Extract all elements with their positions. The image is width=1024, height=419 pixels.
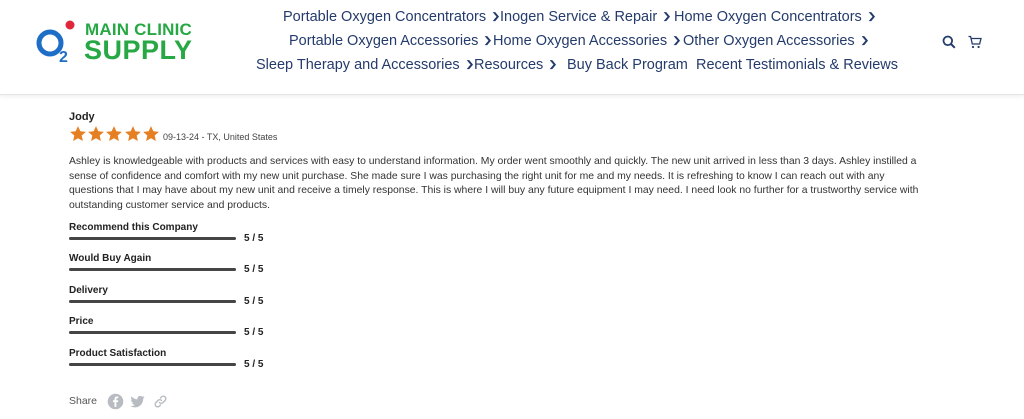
nav-portable-oxygen-accessories[interactable]: Portable Oxygen Accessories ❯ [289,33,494,49]
rating-value: 5 / 5 [244,327,264,338]
rating-bar [69,363,236,366]
nav-buy-back-program[interactable]: Buy Back Program [567,57,688,73]
chevron-down-icon: ❯ [866,11,877,21]
nav-portable-oxygen-concentrators[interactable]: Portable Oxygen Concentrators ❯ [283,9,501,25]
rating-value: 5 / 5 [244,264,264,275]
nav-home-oxygen-accessories[interactable]: Home Oxygen Accessories ❯ [493,33,682,49]
nav-row-1: Portable Oxygen Concentrators ❯ Inogen Se… [0,9,1024,31]
share-label: Share [69,395,98,407]
rating-value: 5 / 5 [244,296,264,307]
review-body: Ashley is knowledgeable with products an… [69,155,959,213]
star-icon [88,126,105,142]
rating-label: Product Satisfaction [69,348,167,359]
chevron-down-icon: ❯ [859,35,870,45]
nav-label: Other Oxygen Accessories [683,33,855,49]
rating-bar [69,331,236,334]
star-icon [70,126,86,142]
rating-label: Price [69,316,94,327]
chevron-down-icon: ❯ [464,59,475,69]
review-date-location: 09-13-24 - TX, United States [163,132,278,142]
review-body-line: questions that I may have about my new u… [69,185,919,196]
nav-sleep-therapy[interactable]: Sleep Therapy and Accessories ❯ [256,57,475,73]
chevron-down-icon: ❯ [548,59,558,69]
rating-bar-fill [69,268,236,271]
chevron-down-icon: ❯ [662,11,672,21]
nav-label: Resources [474,57,544,73]
nav-other-oxygen-accessories[interactable]: Other Oxygen Accessories ❯ [683,33,870,49]
nav-label: Buy Back Program [567,57,688,73]
review-body-line: sense of confidence and comfort with my … [69,170,885,182]
rating-bar-fill [69,331,236,334]
rating-price: Price 5 / 5 [69,316,329,342]
nav-label: Inogen Service & Repair [500,9,658,25]
rating-label: Recommend this Company [69,222,198,233]
nav-recent-testimonials[interactable]: Recent Testimonials & Reviews [696,57,898,73]
nav-label: Home Oxygen Accessories [493,33,668,49]
review-body-line: outstanding customer service and product… [69,199,270,211]
rating-delivery: Delivery 5 / 5 [69,285,329,311]
nav-resources[interactable]: Resources ❯ [474,57,558,73]
link-icon[interactable] [152,393,169,410]
nav-label: Sleep Therapy and Accessories [256,57,460,73]
reviewer-name: Jody [69,111,95,123]
search-icon[interactable] [942,35,956,49]
cart-icon[interactable] [968,35,982,49]
rating-recommend: Recommend this Company 5 / 5 [69,222,329,248]
twitter-icon[interactable] [129,393,146,410]
star-icon [124,126,141,142]
facebook-icon[interactable] [107,393,124,410]
nav-row-2: Portable Oxygen Accessories ❯ Home Oxygen… [0,33,1024,55]
rating-bar [69,237,236,240]
rating-would-buy-again: Would Buy Again 5 / 5 [69,253,329,279]
rating-bar [69,300,236,303]
nav-label: Recent Testimonials & Reviews [696,57,899,73]
rating-bar-fill [69,300,236,303]
nav-inogen-service-repair[interactable]: Inogen Service & Repair ❯ [500,9,672,25]
rating-label: Would Buy Again [69,253,152,264]
rating-bar-fill [69,363,236,366]
star-rating [69,125,160,145]
nav-label: Portable Oxygen Concentrators [283,9,487,25]
rating-value: 5 / 5 [244,359,264,370]
nav-label: Home Oxygen Concentrators [674,9,862,25]
nav-row-3: Sleep Therapy and Accessories ❯ Resources… [0,57,1024,79]
chevron-down-icon: ❯ [671,35,682,45]
rating-label: Delivery [69,285,108,296]
chevron-down-icon: ❯ [483,35,494,45]
rating-product-satisfaction: Product Satisfaction 5 / 5 [69,348,329,374]
star-icon [142,126,159,142]
review-body-line: Ashley is knowledgeable with products an… [69,156,917,167]
nav-home-oxygen-concentrators[interactable]: Home Oxygen Concentrators ❯ [674,9,877,25]
rating-bar-fill [69,237,236,240]
rating-value: 5 / 5 [244,233,264,244]
nav-label: Portable Oxygen Accessories [289,33,479,49]
site-header: 2 MAIN CLINIC SUPPLY Portable Oxygen Con… [0,0,1024,95]
star-icon [106,126,123,142]
rating-bar [69,268,236,271]
